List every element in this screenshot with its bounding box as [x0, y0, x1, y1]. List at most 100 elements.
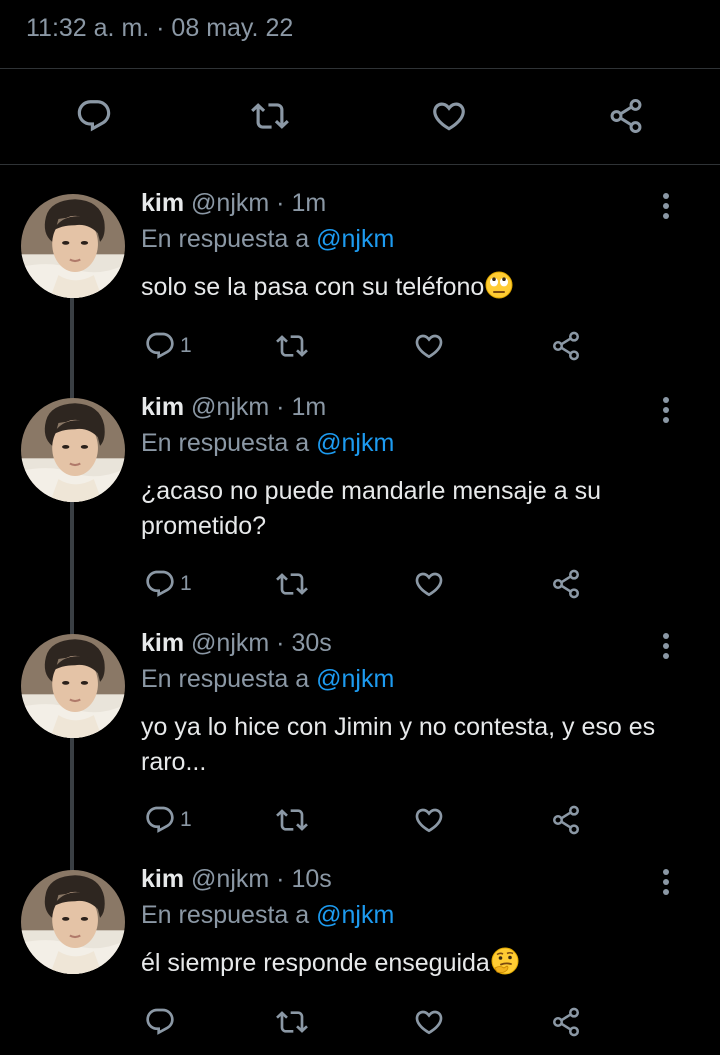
display-name[interactable]: kim — [141, 629, 184, 657]
share-button[interactable] — [550, 564, 582, 604]
tweet-actions — [0, 1002, 720, 1042]
tweet-header: kim @njkm · 1m — [141, 393, 326, 422]
reply-button[interactable]: 1 — [144, 564, 192, 604]
display-name[interactable]: kim — [141, 393, 184, 421]
reply-to-line: En respuesta a @njkm — [141, 429, 394, 458]
share-icon — [550, 568, 582, 600]
display-name[interactable]: kim — [141, 865, 184, 893]
retweet-button[interactable] — [276, 326, 308, 366]
reply-count: 1 — [180, 334, 192, 357]
reply-to-line: En respuesta a @njkm — [141, 901, 394, 930]
user-handle[interactable]: @njkm — [191, 189, 269, 217]
retweet-icon — [251, 97, 289, 135]
tweet-header: kim @njkm · 30s — [141, 629, 332, 658]
reply-to-mention[interactable]: @njkm — [316, 429, 394, 457]
tweet-header: kim @njkm · 10s — [141, 865, 332, 894]
like-button[interactable] — [427, 94, 471, 138]
reply-to-mention[interactable]: @njkm — [316, 665, 394, 693]
heart-icon — [413, 568, 445, 600]
tweet-actions: 1 — [0, 800, 720, 840]
avatar[interactable] — [21, 870, 125, 974]
like-button[interactable] — [413, 564, 445, 604]
tweet-action-bar — [0, 88, 720, 144]
tweet-text: yo ya lo hice con Jimin y no contesta, y… — [141, 710, 681, 780]
reply-to-line: En respuesta a @njkm — [141, 665, 394, 694]
like-button[interactable] — [413, 1002, 445, 1042]
reply-button[interactable] — [72, 94, 116, 138]
user-handle[interactable]: @njkm — [191, 865, 269, 893]
like-button[interactable] — [413, 800, 445, 840]
retweet-button[interactable] — [276, 1002, 308, 1042]
reply-tweet[interactable]: kim @njkm · 1m En respuesta a @njkm ¿aca… — [0, 393, 720, 634]
tweet-timestamp: 11:32 a. m. · 08 may. 22 — [26, 14, 294, 42]
more-button[interactable] — [655, 629, 677, 663]
like-button[interactable] — [413, 326, 445, 366]
heart-icon — [413, 1006, 445, 1038]
display-name[interactable]: kim — [141, 189, 184, 217]
reply-to-prefix: En respuesta a — [141, 225, 310, 253]
avatar[interactable] — [21, 398, 125, 502]
reply-icon — [144, 330, 176, 362]
share-button[interactable] — [550, 326, 582, 366]
share-button[interactable] — [550, 1002, 582, 1042]
heart-icon — [413, 330, 445, 362]
retweet-button[interactable] — [276, 800, 308, 840]
retweet-icon — [276, 804, 308, 836]
tweet-actions: 1 — [0, 564, 720, 604]
retweet-icon — [276, 330, 308, 362]
tweet-text: él siempre responde enseguida — [141, 946, 681, 981]
reply-count: 1 — [180, 808, 192, 831]
user-handle[interactable]: @njkm — [191, 393, 269, 421]
share-icon — [550, 330, 582, 362]
share-icon — [550, 1006, 582, 1038]
more-button[interactable] — [655, 189, 677, 223]
reply-icon — [144, 804, 176, 836]
reply-tweet[interactable]: kim @njkm · 30s En respuesta a @njkm yo … — [0, 629, 720, 870]
face-with-rolling-eyes-emoji — [485, 271, 513, 299]
tweet-text-content: él siempre responde enseguida — [141, 949, 490, 977]
reply-tweet[interactable]: kim @njkm · 1m En respuesta a @njkm solo… — [0, 189, 720, 430]
separator-dot: · — [276, 865, 285, 893]
reply-button[interactable]: 1 — [144, 800, 192, 840]
tweet-actions: 1 — [0, 326, 720, 366]
reply-icon — [144, 568, 176, 600]
thinking-face-emoji — [491, 947, 519, 975]
tweet-text-content: yo ya lo hice con Jimin y no contesta, y… — [141, 713, 656, 776]
share-button[interactable] — [550, 800, 582, 840]
retweet-button[interactable] — [248, 94, 292, 138]
reply-icon — [144, 1006, 176, 1038]
share-icon — [550, 804, 582, 836]
tweet-time: 30s — [291, 629, 332, 657]
tweet-text: solo se la pasa con su teléfono — [141, 270, 681, 305]
retweet-button[interactable] — [276, 564, 308, 604]
separator-dot: · — [276, 393, 285, 421]
tweet-time: 1m — [291, 393, 327, 421]
tweet-header: kim @njkm · 1m — [141, 189, 326, 218]
more-vertical-icon — [655, 865, 677, 899]
reply-to-mention[interactable]: @njkm — [316, 901, 394, 929]
reply-button[interactable]: 1 — [144, 326, 192, 366]
more-button[interactable] — [655, 865, 677, 899]
heart-icon — [413, 804, 445, 836]
reply-to-mention[interactable]: @njkm — [316, 225, 394, 253]
reply-tweet[interactable]: kim @njkm · 10s En respuesta a @njkm él … — [0, 865, 720, 1055]
reply-icon — [75, 97, 113, 135]
separator-dot: · — [276, 629, 285, 657]
separator-dot: · — [276, 189, 285, 217]
tweet-time: 10s — [291, 865, 332, 893]
retweet-icon — [276, 568, 308, 600]
reply-button[interactable] — [144, 1002, 180, 1042]
reply-to-prefix: En respuesta a — [141, 665, 310, 693]
more-button[interactable] — [655, 393, 677, 427]
user-handle[interactable]: @njkm — [191, 629, 269, 657]
tweet-time: 1m — [291, 189, 327, 217]
heart-icon — [430, 97, 468, 135]
more-vertical-icon — [655, 189, 677, 223]
avatar[interactable] — [21, 634, 125, 738]
tweet-text-content: solo se la pasa con su teléfono — [141, 273, 485, 301]
tweet-text-content: ¿acaso no puede mandarle mensaje a su pr… — [141, 477, 602, 540]
tweet-text: ¿acaso no puede mandarle mensaje a su pr… — [141, 474, 681, 544]
avatar[interactable] — [21, 194, 125, 298]
reply-to-prefix: En respuesta a — [141, 429, 310, 457]
share-button[interactable] — [604, 94, 648, 138]
